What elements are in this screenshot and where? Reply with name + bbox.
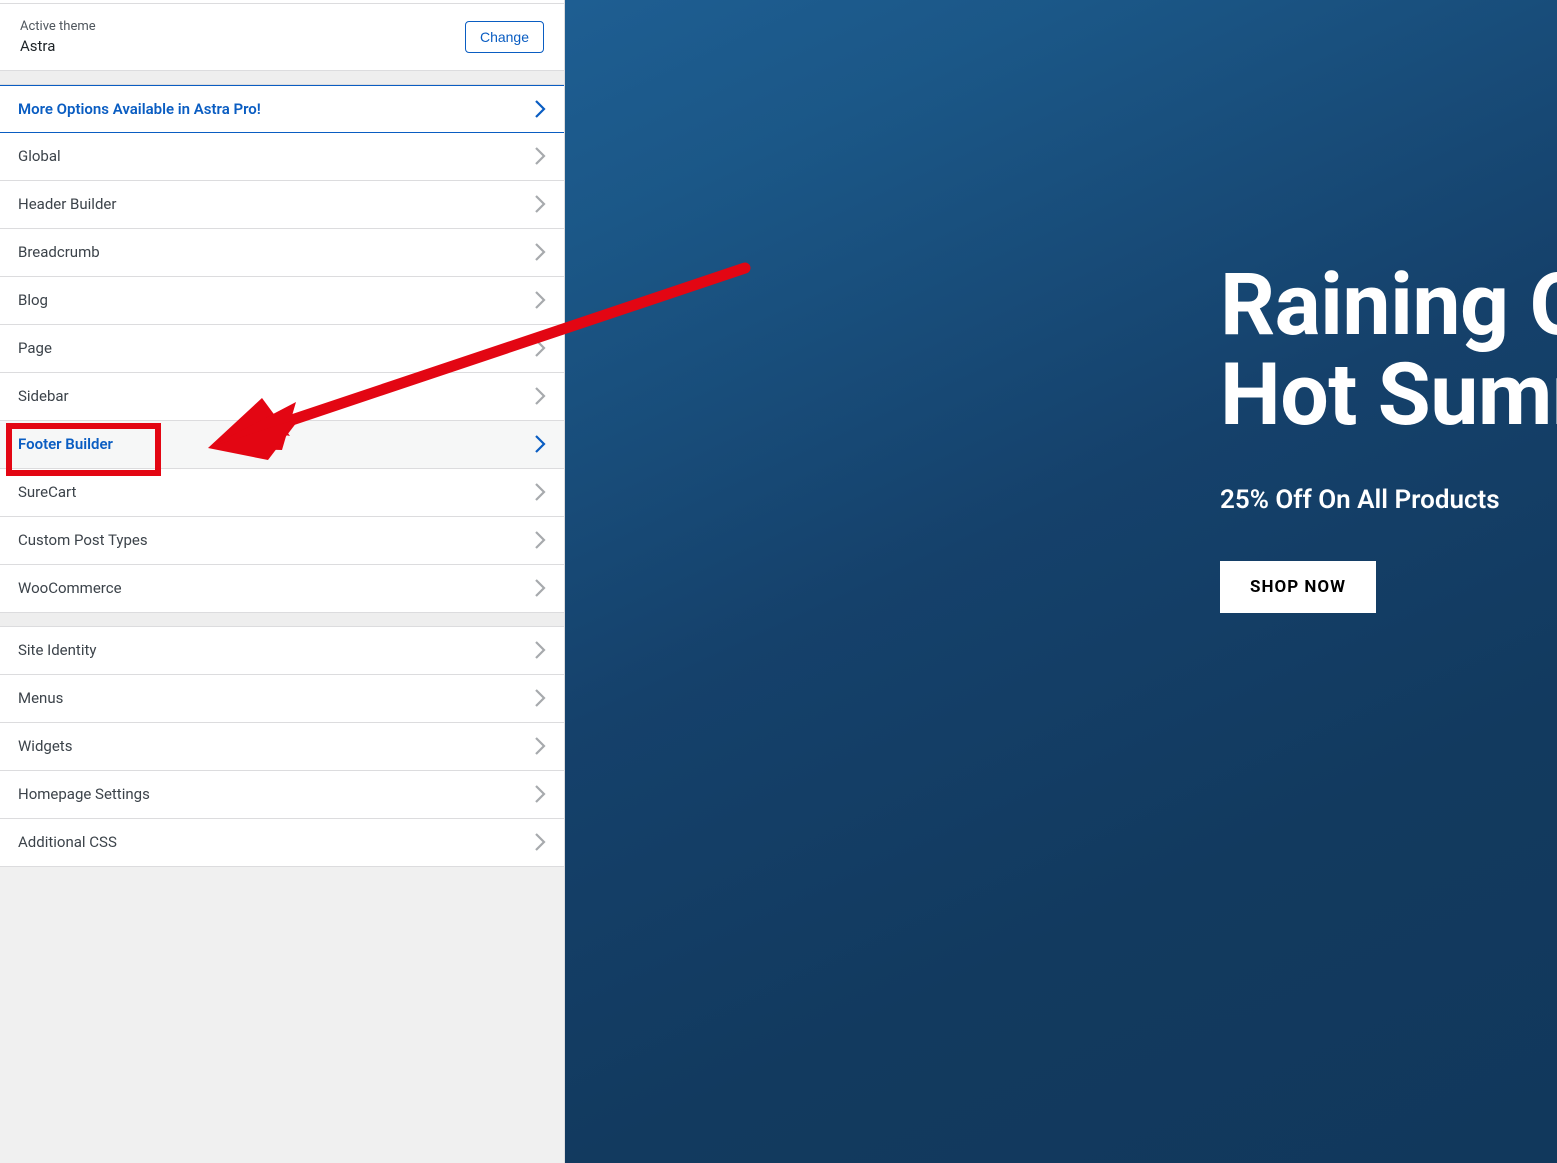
menu-item-label: Breadcrumb: [18, 243, 100, 261]
menu-item-label: Global: [18, 147, 61, 165]
chevron-right-icon: [534, 784, 546, 804]
site-preview-pane: Raining Offers For Hot Summer! 25% Off O…: [565, 0, 1557, 1163]
menu-item-label: Page: [18, 339, 52, 357]
menu-item-footer-builder[interactable]: Footer Builder: [0, 421, 564, 469]
chevron-right-icon: [534, 688, 546, 708]
sidebar-bottom-blank: [0, 867, 564, 1163]
active-theme-header: Active theme Astra Change: [0, 4, 564, 71]
menu-item-additional-css[interactable]: Additional CSS: [0, 819, 564, 867]
menu-group-wp-core: Site Identity Menus Widgets Homepage Settin…: [0, 627, 564, 867]
active-theme-name: Astra: [20, 36, 96, 56]
chevron-right-icon: [534, 640, 546, 660]
menu-item-label: Blog: [18, 291, 48, 309]
hero-heading: Raining Offers For Hot Summer!: [1220, 260, 1557, 441]
menu-item-label: Site Identity: [18, 641, 96, 659]
section-gap: [0, 613, 564, 627]
chevron-right-icon: [534, 434, 546, 454]
menu-item-surecart[interactable]: SureCart: [0, 469, 564, 517]
menu-item-homepage-settings[interactable]: Homepage Settings: [0, 771, 564, 819]
menu-item-label: Widgets: [18, 737, 72, 755]
menu-group-theme-options: Global Header Builder Breadcrumb Blog Page Si…: [0, 133, 564, 613]
hero-heading-line1: Raining Offers For: [1220, 254, 1557, 355]
menu-item-menus[interactable]: Menus: [0, 675, 564, 723]
menu-item-breadcrumb[interactable]: Breadcrumb: [0, 229, 564, 277]
section-gap: [0, 71, 564, 85]
menu-item-global[interactable]: Global: [0, 133, 564, 181]
chevron-right-icon: [534, 146, 546, 166]
active-theme-label: Active theme: [20, 18, 96, 36]
change-theme-button[interactable]: Change: [465, 21, 544, 53]
menu-item-label: SureCart: [18, 483, 76, 501]
menu-item-label: Menus: [18, 689, 63, 707]
chevron-right-icon: [534, 530, 546, 550]
chevron-right-icon: [534, 482, 546, 502]
menu-item-widgets[interactable]: Widgets: [0, 723, 564, 771]
menu-item-custom-post-types[interactable]: Custom Post Types: [0, 517, 564, 565]
menu-item-label: Custom Post Types: [18, 531, 148, 549]
menu-item-label: WooCommerce: [18, 579, 122, 597]
menu-item-blog[interactable]: Blog: [0, 277, 564, 325]
menu-item-woocommerce[interactable]: WooCommerce: [0, 565, 564, 613]
chevron-right-icon: [534, 290, 546, 310]
chevron-right-icon: [534, 832, 546, 852]
menu-item-astra-pro[interactable]: More Options Available in Astra Pro!: [0, 85, 564, 133]
chevron-right-icon: [534, 338, 546, 358]
shop-now-button[interactable]: SHOP NOW: [1220, 561, 1376, 613]
menu-item-label: Header Builder: [18, 195, 116, 213]
customizer-sidebar: Active theme Astra Change More Options A…: [0, 0, 565, 1163]
menu-item-header-builder[interactable]: Header Builder: [0, 181, 564, 229]
hero-heading-line2: Hot Summer!: [1220, 344, 1557, 445]
menu-item-label: Additional CSS: [18, 833, 117, 851]
hero-area: Raining Offers For Hot Summer! 25% Off O…: [1220, 260, 1557, 613]
chevron-right-icon: [534, 194, 546, 214]
menu-item-label: Sidebar: [18, 387, 69, 405]
chevron-right-icon: [534, 99, 546, 119]
menu-item-label: More Options Available in Astra Pro!: [18, 100, 261, 118]
menu-item-label: Homepage Settings: [18, 785, 150, 803]
chevron-right-icon: [534, 578, 546, 598]
menu-item-label: Footer Builder: [18, 435, 113, 453]
menu-item-sidebar[interactable]: Sidebar: [0, 373, 564, 421]
menu-item-page[interactable]: Page: [0, 325, 564, 373]
chevron-right-icon: [534, 386, 546, 406]
chevron-right-icon: [534, 242, 546, 262]
menu-item-site-identity[interactable]: Site Identity: [0, 627, 564, 675]
hero-subheading: 25% Off On All Products: [1220, 485, 1557, 515]
menu-group-promo: More Options Available in Astra Pro!: [0, 85, 564, 133]
chevron-right-icon: [534, 736, 546, 756]
